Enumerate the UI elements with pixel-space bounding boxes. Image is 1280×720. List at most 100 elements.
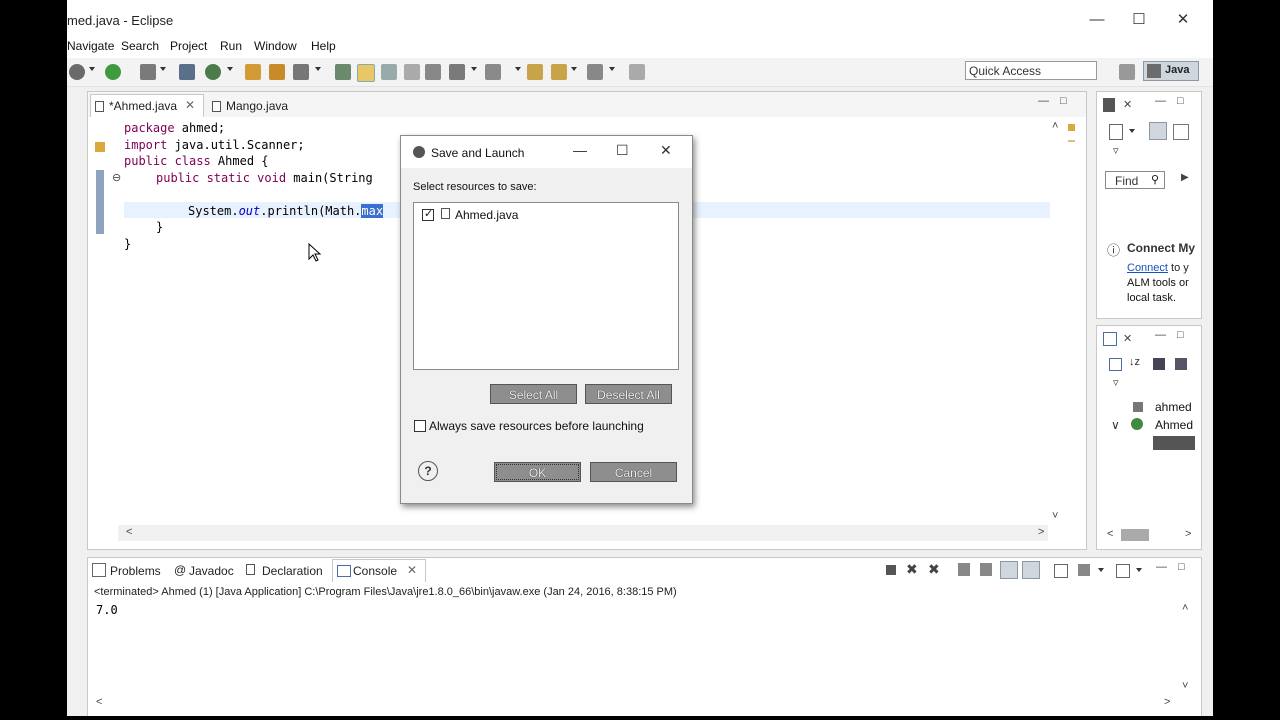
outline-item-package[interactable]: ahmed [1155,400,1192,414]
scroll-right-icon[interactable]: > [1185,528,1191,540]
scroll-right-icon[interactable]: > [1038,526,1044,538]
code-line-7[interactable]: } [156,220,163,234]
overview-warning-icon[interactable] [1068,124,1075,131]
select-all-button[interactable]: Select All [490,384,577,404]
code-line-8[interactable]: } [124,237,131,251]
scroll-left-icon[interactable]: < [96,696,102,708]
code-line-2[interactable]: import java.util.Scanner; [124,138,305,152]
dropdown-icon[interactable] [471,67,477,71]
scheduled-icon[interactable] [1173,124,1189,140]
annotation-icon[interactable] [335,64,351,80]
outline-icon[interactable] [1103,332,1117,346]
menu-navigate[interactable]: Navigate [67,39,114,53]
dialog-maximize-icon[interactable]: ☐ [616,142,629,159]
dialog-close-icon[interactable]: ✕ [660,142,672,159]
open-console-icon[interactable] [1116,564,1130,578]
toggle-mark-icon[interactable] [381,64,397,80]
scroll-down-icon[interactable]: ˅ [1182,680,1188,692]
code-line-1[interactable]: package ahmed; [124,121,225,135]
open-perspective-icon[interactable] [1119,64,1135,80]
find-input[interactable]: Find ⚲ [1105,171,1165,189]
hide-fields-icon[interactable] [1153,358,1165,370]
code-line-6[interactable]: System.out.println(Math.max [188,204,384,218]
hide-static-icon[interactable] [1175,358,1187,370]
debug-icon[interactable] [140,64,156,80]
console-output[interactable]: 7.0 [96,603,118,617]
dropdown-icon[interactable] [1136,568,1142,572]
new-task-icon[interactable] [1109,124,1123,140]
expand-arrow-icon[interactable]: ▶ [1181,172,1189,183]
minimize-icon[interactable]: — [1077,8,1117,32]
dropdown-icon[interactable] [515,67,521,71]
remove-all-icon[interactable]: ✖ [928,561,940,578]
maximize-view-icon[interactable]: □ [1178,561,1185,573]
maximize-view-icon[interactable]: □ [1177,95,1184,107]
show-on-stdout-icon[interactable] [1000,561,1018,579]
code-line-4[interactable]: public static void main(String [156,171,380,185]
task-list-icon[interactable] [1103,98,1115,112]
scroll-left-icon[interactable]: < [126,526,132,538]
tab-mango-java[interactable]: Mango.java [208,95,298,117]
dropdown-icon[interactable] [609,67,615,71]
expand-icon[interactable]: ∨ [1111,418,1120,432]
minimize-view-icon[interactable]: — [1155,95,1166,107]
connect-link[interactable]: Connect [1127,262,1168,274]
code-line-3[interactable]: public class Ahmed { [124,154,269,168]
menu-project[interactable]: Project [170,39,207,53]
remove-launch-icon[interactable]: ✖ [906,561,918,578]
close-view-icon[interactable]: ✕ [1123,98,1132,111]
back-icon[interactable] [527,64,543,80]
scroll-up-icon[interactable]: ˄ [1182,602,1188,614]
dialog-minimize-icon[interactable]: — [573,142,587,158]
outline-item-method[interactable] [1153,436,1195,450]
close-view-icon[interactable]: ✕ [1123,332,1132,345]
cancel-button[interactable]: Cancel [590,462,677,482]
dropdown-icon[interactable] [571,67,577,71]
sort-icon[interactable]: ↓z [1129,356,1140,368]
collapse-all-icon[interactable] [1109,358,1122,371]
view-menu-icon[interactable]: ▿ [1113,376,1119,389]
minimize-editor-icon[interactable]: — [1038,95,1049,107]
search-tool-icon[interactable] [293,64,309,80]
help-icon[interactable]: ? [418,461,438,481]
dropdown-icon[interactable] [1129,129,1135,133]
show-on-stderr-icon[interactable] [1022,561,1040,579]
menu-run[interactable]: Run [220,39,242,53]
ok-button[interactable]: OK [494,462,581,482]
tab-problems[interactable]: Problems [110,564,161,578]
always-save-checkbox[interactable] [414,420,426,432]
terminate-icon[interactable] [886,565,896,575]
dropdown-icon[interactable] [227,67,233,71]
open-type-icon[interactable] [245,64,261,80]
scroll-lock-icon[interactable] [980,563,992,576]
fold-icon[interactable]: ⊖ [112,171,121,184]
view-menu-icon[interactable]: ▿ [1113,144,1119,157]
gear-icon[interactable] [69,64,85,80]
scroll-left-icon[interactable]: < [1107,528,1113,540]
maximize-view-icon[interactable]: □ [1177,329,1184,341]
menu-search[interactable]: Search [121,39,159,53]
scroll-down-icon[interactable]: ˅ [1052,510,1058,522]
outline-item-class[interactable]: Ahmed [1155,418,1193,432]
pin-console-icon[interactable] [1054,564,1068,578]
scroll-right-icon[interactable]: > [1164,696,1170,708]
next-annotation-icon[interactable] [485,64,501,80]
pin-icon[interactable] [449,64,465,80]
menu-help[interactable]: Help [311,39,336,53]
tab-ahmed-java[interactable]: *Ahmed.java ✕ [90,94,204,117]
display-console-icon[interactable] [1078,564,1090,576]
scroll-up-icon[interactable]: ˄ [1052,120,1058,132]
forward-icon[interactable] [587,64,603,80]
tab-declaration[interactable]: Declaration [262,564,323,578]
minimize-view-icon[interactable]: — [1155,329,1166,341]
resource-item[interactable]: Ahmed.java [455,208,518,222]
dropdown-icon[interactable] [315,67,321,71]
dropdown-icon[interactable] [1098,568,1104,572]
run-icon[interactable] [105,64,121,80]
open-task-icon[interactable] [269,64,285,80]
scrollbar-thumb[interactable] [1121,529,1149,541]
categorized-icon[interactable] [1149,122,1167,140]
highlight-icon[interactable] [357,64,375,82]
clear-console-icon[interactable] [958,563,970,576]
close-icon[interactable]: ✕ [1163,8,1203,32]
